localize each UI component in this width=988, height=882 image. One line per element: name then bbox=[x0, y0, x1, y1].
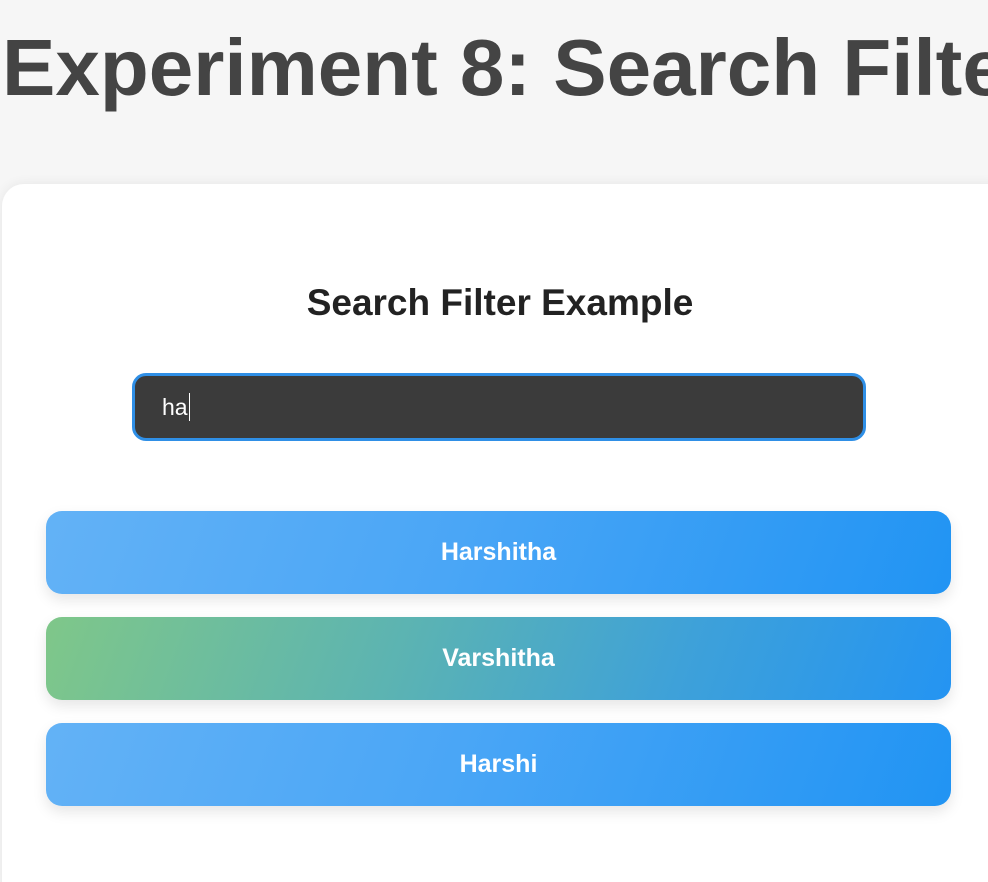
search-card: Search Filter Example ha Harshitha Varsh… bbox=[2, 184, 988, 882]
text-caret bbox=[188, 393, 190, 421]
search-input[interactable]: ha bbox=[132, 373, 866, 441]
list-item-harshitha[interactable]: Harshitha bbox=[46, 511, 951, 594]
result-list: Harshitha Varshitha Harshi bbox=[46, 511, 951, 829]
list-item-varshitha[interactable]: Varshitha bbox=[46, 617, 951, 700]
page-title: Experiment 8: Search Filter bbox=[2, 23, 988, 112]
card-title: Search Filter Example bbox=[306, 282, 694, 323]
page: Experiment 8: Search Filter Search Filte… bbox=[0, 0, 988, 882]
list-item-harshi[interactable]: Harshi bbox=[46, 723, 951, 806]
search-input-value: ha bbox=[162, 394, 188, 420]
